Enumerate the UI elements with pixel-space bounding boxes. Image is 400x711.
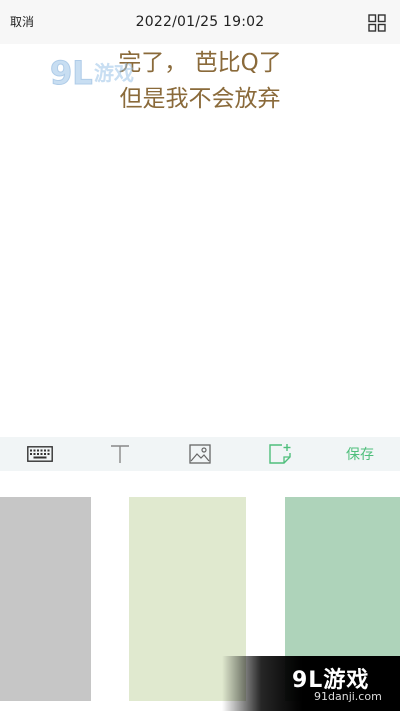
svg-text:游戏: 游戏: [94, 61, 134, 85]
image-icon: [189, 444, 211, 464]
top-bar: 取消 2022/01/25 19:02: [0, 0, 400, 44]
text-format-icon: [111, 445, 129, 463]
grid-icon[interactable]: [368, 14, 386, 32]
watermark-banner: 9L游戏 91danji.com: [222, 656, 400, 711]
note-editor-screen: 取消 2022/01/25 19:02 完了， 芭比Q了 但是我不会放弃 9L …: [0, 0, 400, 711]
keyboard-icon: [27, 446, 53, 462]
add-note-icon: [269, 444, 291, 464]
save-button[interactable]: 保存: [336, 437, 384, 471]
note-datetime: 2022/01/25 19:02: [135, 14, 265, 30]
insert-image-button[interactable]: [186, 437, 214, 471]
text-format-button[interactable]: [106, 437, 134, 471]
add-note-button[interactable]: [266, 437, 294, 471]
editor-toolbar: 保存: [0, 437, 400, 471]
keyboard-button[interactable]: [24, 437, 56, 471]
note-editor-area[interactable]: 完了， 芭比Q了 但是我不会放弃: [0, 44, 400, 436]
watermark-url: 91danji.com: [314, 690, 382, 703]
color-swatch-gray[interactable]: [0, 497, 91, 701]
watermark-logo-icon: 9L 游戏: [50, 54, 135, 93]
svg-text:9L: 9L: [50, 54, 93, 92]
